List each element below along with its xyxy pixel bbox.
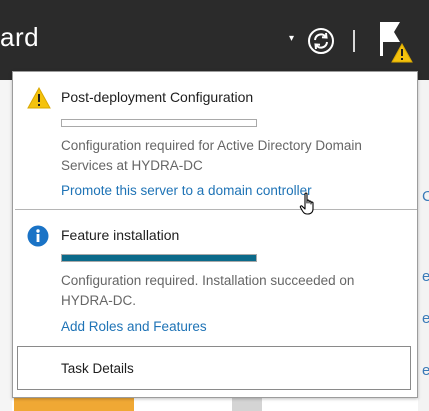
progress-fill (62, 255, 256, 261)
promote-dc-link[interactable]: Promote this server to a domain controll… (61, 183, 312, 198)
notification-title: Feature installation (61, 227, 180, 243)
progress-bar (61, 119, 257, 127)
notification-description: Configuration required. Installation suc… (61, 273, 355, 308)
background-tile (232, 398, 262, 411)
background-panel-right: C e e e (418, 80, 429, 411)
background-text: C (422, 188, 429, 205)
server-manager-header: ard ▾ (0, 0, 429, 80)
notifications-flag-warning-icon[interactable] (378, 18, 418, 68)
background-panel (0, 80, 12, 411)
progress-bar (61, 254, 257, 262)
hand-cursor-icon (299, 192, 314, 215)
info-icon (27, 225, 49, 247)
task-details-button[interactable]: Task Details (17, 346, 411, 390)
add-roles-features-link[interactable]: Add Roles and Features (61, 319, 207, 334)
warning-icon (27, 87, 51, 109)
notification-item: Feature installation Configuration requi… (13, 210, 417, 346)
background-text: e (422, 310, 429, 327)
refresh-icon[interactable] (306, 26, 336, 56)
page-title: ard (0, 22, 40, 52)
notification-description: Configuration required for Active Direct… (61, 138, 362, 173)
background-tile (14, 398, 134, 411)
task-details-label: Task Details (61, 361, 134, 376)
header-separator (353, 30, 355, 52)
background-text: e (422, 362, 429, 379)
notification-title: Post-deployment Configuration (61, 89, 254, 105)
notifications-popup: Post-deployment Configuration Configurat… (12, 71, 418, 398)
chevron-down-icon[interactable]: ▾ (289, 33, 294, 44)
background-text: e (422, 268, 429, 285)
notification-item: Post-deployment Configuration Configurat… (13, 72, 417, 209)
